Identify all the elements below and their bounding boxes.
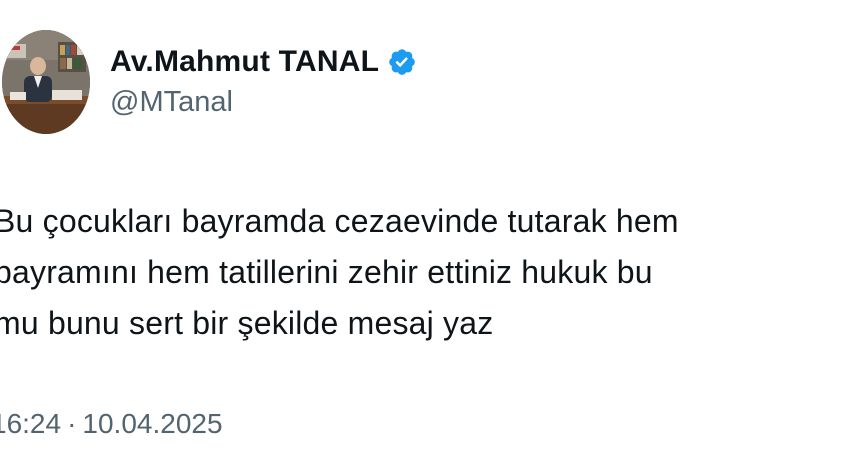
tweet-text-line: Bu çocukları bayramda cezaevinde tutarak… [0, 203, 679, 239]
tweet-timestamp[interactable]: 16:24·10.04.2025 [0, 408, 223, 440]
display-name[interactable]: Av.Mahmut TANAL [110, 45, 379, 79]
tweet-card: Av.Mahmut TANAL @MTanal Bu çocukları bay… [0, 0, 841, 474]
tweet-date: 10.04.2025 [82, 408, 223, 439]
tweet-text-line: mu bunu sert bir şekilde mesaj yaz [0, 305, 494, 341]
user-handle[interactable]: @MTanal [110, 86, 417, 119]
name-row: Av.Mahmut TANAL [110, 40, 417, 84]
verified-badge-icon[interactable] [387, 47, 417, 77]
profile-photo-icon [2, 30, 90, 134]
author-block: Av.Mahmut TANAL @MTanal [110, 40, 417, 119]
avatar[interactable] [2, 30, 90, 134]
tweet-time: 16:24 [0, 408, 62, 439]
tweet-text: Bu çocukları bayramda cezaevinde tutarak… [0, 196, 834, 349]
meta-separator: · [67, 408, 77, 439]
tweet-text-line: bayramını hem tatillerini zehir ettiniz … [0, 254, 653, 290]
